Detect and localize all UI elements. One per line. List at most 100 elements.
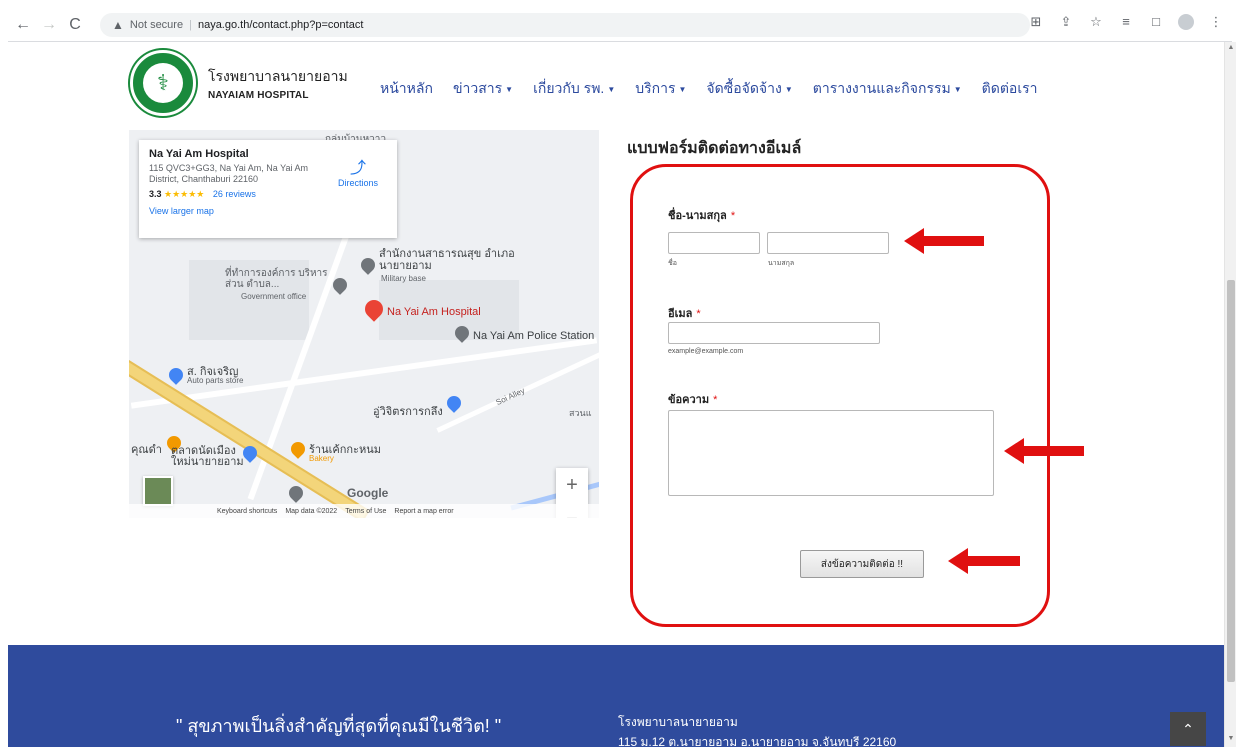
address-bar[interactable]: ▲ Not secure | naya.go.th/contact.php?p=… bbox=[100, 13, 1030, 37]
reading-list-icon[interactable]: ≡ bbox=[1118, 14, 1134, 30]
required-mark: * bbox=[696, 308, 701, 320]
map-label-gov-office: ที่ทำการองค์การ บริหารส่วน ตำบล... bbox=[225, 268, 328, 290]
bookmark-star-icon[interactable]: ☆ bbox=[1088, 14, 1104, 30]
embedded-map[interactable]: กลุ่มบ้านหวาว Na Yai Am Hospital 115 QVC… bbox=[129, 130, 599, 518]
nav-procurement[interactable]: จัดซื้อจัดจ้าง ▼ bbox=[706, 78, 792, 100]
share-icon[interactable]: ⇪ bbox=[1058, 14, 1074, 30]
map-attribution: Keyboard shortcuts Map data ©2022 Terms … bbox=[129, 504, 599, 518]
site-footer: " สุขภาพเป็นสิ่งสำคัญที่สุดที่คุณมีในชีว… bbox=[8, 645, 1224, 747]
map-label-market: ตลาดนัดเมือง ใหม่นายายอาม bbox=[171, 445, 244, 468]
nav-contact[interactable]: ติดต่อเรา bbox=[982, 78, 1038, 100]
main-nav: หน้าหลัก ข่าวสาร ▼ เกี่ยวกับ รพ. ▼ บริการ ▼… bbox=[380, 78, 1058, 100]
last-name-input[interactable] bbox=[767, 232, 889, 254]
required-mark: * bbox=[730, 210, 736, 222]
side-panel-icon[interactable]: □ bbox=[1148, 14, 1164, 30]
place-rating: 3.3 ★★★★★ 26 reviews bbox=[149, 189, 256, 199]
nav-services[interactable]: บริการ ▼ bbox=[635, 78, 686, 100]
place-address: 115 QVC3+GG3, Na Yai Am, Na Yai Am Distr… bbox=[149, 163, 308, 184]
annotation-arrow-icon bbox=[1004, 438, 1084, 464]
store-pin-icon[interactable] bbox=[166, 365, 186, 385]
back-icon[interactable]: ← bbox=[12, 14, 34, 36]
map-label-hospital: Na Yai Am Hospital bbox=[387, 306, 481, 318]
submit-button[interactable]: ส่งข้อความติดต่อ !! bbox=[800, 550, 924, 578]
map-label-alley: Soi Alley bbox=[494, 385, 527, 408]
warning-icon: ▲ bbox=[112, 18, 124, 32]
forward-icon[interactable]: → bbox=[38, 14, 60, 36]
map-label-garage: อู่วิจิตรการกลึง bbox=[373, 406, 443, 418]
map-pin-icon[interactable] bbox=[286, 483, 306, 503]
map-label-suan: สวนแ bbox=[569, 408, 592, 418]
nav-news[interactable]: ข่าวสาร ▼ bbox=[453, 78, 513, 100]
email-sublabel: example@example.com bbox=[668, 348, 744, 355]
brand-name-thai: โรงพยาบาลนายายอาม bbox=[208, 68, 348, 84]
directions-icon: ⤴ bbox=[349, 160, 366, 177]
menu-dots-icon[interactable]: ⋮ bbox=[1208, 14, 1224, 30]
scroll-down-arrow-icon[interactable]: ▼ bbox=[1227, 735, 1235, 745]
footer-address-line: 115 ม.12 ต.นายายอาม อ.นายายอาม จ.จันทบุร… bbox=[618, 735, 897, 747]
first-name-sublabel: ชื่อ bbox=[668, 260, 677, 267]
footer-address-name: โรงพยาบาลนายายอาม bbox=[618, 715, 738, 729]
annotation-arrow-icon bbox=[904, 228, 984, 254]
footer-quote: " สุขภาพเป็นสิ่งสำคัญที่สุดที่คุณมีในชีว… bbox=[176, 716, 502, 736]
first-name-input[interactable] bbox=[668, 232, 760, 254]
site-header: ⚕ โรงพยาบาลนายายอาม NAYAIAM HOSPITAL หน้… bbox=[8, 42, 1224, 130]
scroll-thumb[interactable] bbox=[1227, 280, 1235, 682]
bakery-pin-icon[interactable] bbox=[288, 439, 308, 459]
message-label: ข้อความ * bbox=[668, 394, 718, 406]
email-label: อีเมล * bbox=[668, 308, 701, 320]
report-error-link[interactable]: Report a map error bbox=[394, 508, 453, 515]
map-data-text: Map data ©2022 bbox=[285, 507, 338, 515]
caduceus-icon: ⚕ bbox=[143, 63, 183, 103]
caret-down-icon: ▼ bbox=[505, 84, 514, 94]
keyboard-shortcuts-link[interactable]: Keyboard shortcuts bbox=[217, 508, 277, 515]
place-card: Na Yai Am Hospital 115 QVC3+GG3, Na Yai … bbox=[139, 140, 397, 238]
map-label-health-office: สำนักงานสาธารณสุข อำเภอนายายอาม bbox=[379, 248, 515, 272]
zoom-in-button[interactable]: + bbox=[556, 468, 588, 502]
caret-down-icon: ▼ bbox=[678, 84, 687, 94]
map-label-kunda: คุณดำ bbox=[131, 444, 162, 456]
map-label-parts-en: Auto parts store bbox=[187, 376, 244, 385]
separator: | bbox=[189, 19, 192, 31]
terms-link[interactable]: Terms of Use bbox=[345, 508, 386, 515]
security-label: Not secure bbox=[129, 19, 184, 31]
caret-down-icon: ▼ bbox=[953, 84, 962, 94]
page-content: ⚕ โรงพยาบาลนายายอาม NAYAIAM HOSPITAL หน้… bbox=[8, 42, 1224, 747]
brand-name-english: NAYAIAM HOSPITAL bbox=[208, 90, 309, 101]
map-label-military: Military base bbox=[381, 274, 426, 283]
browser-actions: ⊞ ⇪ ☆ ≡ □ ⋮ bbox=[1028, 14, 1224, 30]
nav-home[interactable]: หน้าหลัก bbox=[380, 78, 433, 100]
garage-pin-icon[interactable] bbox=[444, 393, 464, 413]
map-label-gov-office-en: Government office bbox=[241, 292, 307, 301]
page-scrollbar[interactable]: ▲ ▼ bbox=[1224, 42, 1236, 747]
caret-down-icon: ▼ bbox=[607, 84, 616, 94]
caret-down-icon: ▼ bbox=[784, 84, 793, 94]
name-label: ชื่อ-นามสกุล * bbox=[668, 210, 736, 222]
nav-schedule[interactable]: ตารางงานและกิจกรรม ▼ bbox=[813, 78, 962, 100]
profile-avatar[interactable] bbox=[1178, 14, 1194, 30]
map-label-bakery-en: Bakery bbox=[309, 454, 334, 463]
chevron-up-icon: ⌃ bbox=[1182, 720, 1194, 737]
map-label-police: Na Yai Am Police Station bbox=[473, 330, 595, 342]
url-text: naya.go.th/contact.php?p=contact bbox=[197, 19, 364, 31]
message-textarea[interactable] bbox=[668, 410, 994, 496]
translate-icon[interactable]: ⊞ bbox=[1028, 14, 1044, 30]
form-title: แบบฟอร์มติดต่อทางอีเมล์ bbox=[627, 140, 802, 157]
scroll-up-arrow-icon[interactable]: ▲ bbox=[1227, 44, 1235, 54]
hospital-logo[interactable]: ⚕ bbox=[130, 50, 196, 116]
scroll-to-top-button[interactable]: ⌃ bbox=[1170, 712, 1206, 746]
annotation-arrow-icon bbox=[948, 548, 1020, 574]
google-logo: Google bbox=[347, 486, 389, 500]
email-input[interactable] bbox=[668, 322, 880, 344]
larger-map-link[interactable]: View larger map bbox=[149, 206, 387, 216]
reviews-link[interactable]: 26 reviews bbox=[213, 189, 256, 199]
directions-button[interactable]: ⤴ Directions bbox=[333, 154, 383, 188]
satellite-toggle[interactable] bbox=[143, 476, 173, 506]
brand[interactable]: โรงพยาบาลนายายอาม NAYAIAM HOSPITAL bbox=[208, 66, 348, 101]
rating-stars: ★★★★★ bbox=[164, 189, 205, 199]
map-pin-icon[interactable] bbox=[358, 255, 378, 275]
last-name-sublabel: นามสกุล bbox=[768, 260, 795, 267]
nav-about[interactable]: เกี่ยวกับ รพ. ▼ bbox=[533, 78, 615, 100]
required-mark: * bbox=[713, 394, 718, 406]
browser-toolbar: ← → C ▲ Not secure | naya.go.th/contact.… bbox=[8, 8, 1232, 42]
reload-icon[interactable]: C bbox=[64, 14, 86, 36]
